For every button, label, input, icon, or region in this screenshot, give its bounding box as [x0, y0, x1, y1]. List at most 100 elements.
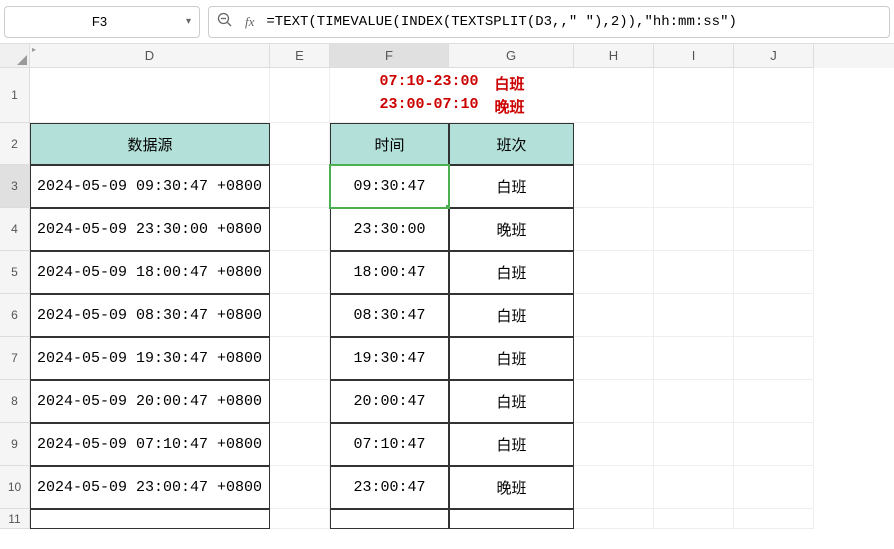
cell-H1[interactable]: [574, 68, 654, 123]
cell-G10[interactable]: 晚班: [449, 466, 574, 509]
cell-H6[interactable]: [574, 294, 654, 337]
cell-H3[interactable]: [574, 165, 654, 208]
formula-input[interactable]: =TEXT(TIMEVALUE(INDEX(TEXTSPLIT(D3,," ")…: [266, 14, 881, 30]
legend-block[interactable]: 07:10-23:00 白班 23:00-07:10 晚班: [330, 68, 574, 123]
cell-J2[interactable]: [734, 123, 814, 165]
cell-I3[interactable]: [654, 165, 734, 208]
formula-bar[interactable]: fx =TEXT(TIMEVALUE(INDEX(TEXTSPLIT(D3,,"…: [208, 6, 890, 38]
cell-H9[interactable]: [574, 423, 654, 466]
col-header-I[interactable]: I: [654, 44, 734, 68]
select-all-corner[interactable]: [0, 44, 30, 68]
cell-E7[interactable]: [270, 337, 330, 380]
cell-F11[interactable]: [330, 509, 449, 529]
row-header-6[interactable]: 6: [0, 294, 30, 337]
cell-J1[interactable]: [734, 68, 814, 123]
cell-E6[interactable]: [270, 294, 330, 337]
cell-J10[interactable]: [734, 466, 814, 509]
cell-F3[interactable]: 09:30:47: [330, 165, 449, 208]
cell-F4[interactable]: 23:30:00: [330, 208, 449, 251]
cell-J8[interactable]: [734, 380, 814, 423]
cell-D1[interactable]: [30, 68, 270, 123]
row-header-4[interactable]: 4: [0, 208, 30, 251]
cell-D6[interactable]: 2024-05-09 08:30:47 +0800: [30, 294, 270, 337]
cell-I9[interactable]: [654, 423, 734, 466]
cell-G11[interactable]: [449, 509, 574, 529]
cell-J7[interactable]: [734, 337, 814, 380]
col-header-E[interactable]: E: [270, 44, 330, 68]
cell-D7[interactable]: 2024-05-09 19:30:47 +0800: [30, 337, 270, 380]
cell-H7[interactable]: [574, 337, 654, 380]
cell-I1[interactable]: [654, 68, 734, 123]
cell-E2[interactable]: [270, 123, 330, 165]
cell-J6[interactable]: [734, 294, 814, 337]
cell-J9[interactable]: [734, 423, 814, 466]
cell-J11[interactable]: [734, 509, 814, 529]
cell-D11[interactable]: [30, 509, 270, 529]
cell-E11[interactable]: [270, 509, 330, 529]
row-header-9[interactable]: 9: [0, 423, 30, 466]
zoom-out-icon[interactable]: [217, 12, 233, 31]
header-source[interactable]: 数据源: [30, 123, 270, 165]
cell-H8[interactable]: [574, 380, 654, 423]
cell-E8[interactable]: [270, 380, 330, 423]
cell-G7[interactable]: 白班: [449, 337, 574, 380]
cell-G8[interactable]: 白班: [449, 380, 574, 423]
cell-I10[interactable]: [654, 466, 734, 509]
name-box[interactable]: F3 ▾: [4, 6, 200, 38]
cell-D8[interactable]: 2024-05-09 20:00:47 +0800: [30, 380, 270, 423]
cell-J3[interactable]: [734, 165, 814, 208]
cell-I7[interactable]: [654, 337, 734, 380]
cell-E5[interactable]: [270, 251, 330, 294]
header-time[interactable]: 时间: [330, 123, 449, 165]
cell-I11[interactable]: [654, 509, 734, 529]
cell-D9[interactable]: 2024-05-09 07:10:47 +0800: [30, 423, 270, 466]
cell-E9[interactable]: [270, 423, 330, 466]
cell-F7[interactable]: 19:30:47: [330, 337, 449, 380]
cell-H4[interactable]: [574, 208, 654, 251]
cell-E1[interactable]: [270, 68, 330, 123]
cell-E3[interactable]: [270, 165, 330, 208]
cell-I2[interactable]: [654, 123, 734, 165]
row-header-8[interactable]: 8: [0, 380, 30, 423]
col-header-D[interactable]: D: [30, 44, 270, 68]
cell-F8[interactable]: 20:00:47: [330, 380, 449, 423]
cell-H5[interactable]: [574, 251, 654, 294]
cell-F5[interactable]: 18:00:47: [330, 251, 449, 294]
row-header-11[interactable]: 11: [0, 509, 30, 529]
cell-D4[interactable]: 2024-05-09 23:30:00 +0800: [30, 208, 270, 251]
cell-F10[interactable]: 23:00:47: [330, 466, 449, 509]
cell-H11[interactable]: [574, 509, 654, 529]
row-header-10[interactable]: 10: [0, 466, 30, 509]
cell-I6[interactable]: [654, 294, 734, 337]
cell-D3[interactable]: 2024-05-09 09:30:47 +0800: [30, 165, 270, 208]
cell-G3[interactable]: 白班: [449, 165, 574, 208]
cell-H10[interactable]: [574, 466, 654, 509]
cell-E10[interactable]: [270, 466, 330, 509]
row-header-2[interactable]: 2: [0, 123, 30, 165]
cell-G9[interactable]: 白班: [449, 423, 574, 466]
col-header-H[interactable]: H: [574, 44, 654, 68]
cell-D5[interactable]: 2024-05-09 18:00:47 +0800: [30, 251, 270, 294]
chevron-down-icon[interactable]: ▾: [186, 16, 191, 27]
cell-G5[interactable]: 白班: [449, 251, 574, 294]
fx-icon[interactable]: fx: [245, 14, 254, 30]
cell-I8[interactable]: [654, 380, 734, 423]
cell-F6[interactable]: 08:30:47: [330, 294, 449, 337]
row-header-5[interactable]: 5: [0, 251, 30, 294]
row-header-1[interactable]: 1: [0, 68, 30, 123]
row-header-7[interactable]: 7: [0, 337, 30, 380]
col-header-F[interactable]: F: [330, 44, 449, 68]
cell-G6[interactable]: 白班: [449, 294, 574, 337]
col-header-J[interactable]: J: [734, 44, 814, 68]
cell-G4[interactable]: 晚班: [449, 208, 574, 251]
cell-F9[interactable]: 07:10:47: [330, 423, 449, 466]
header-shift[interactable]: 班次: [449, 123, 574, 165]
row-header-3[interactable]: 3: [0, 165, 30, 208]
col-header-G[interactable]: G: [449, 44, 574, 68]
cell-H2[interactable]: [574, 123, 654, 165]
cell-D10[interactable]: 2024-05-09 23:00:47 +0800: [30, 466, 270, 509]
cell-J5[interactable]: [734, 251, 814, 294]
cell-I4[interactable]: [654, 208, 734, 251]
cell-I5[interactable]: [654, 251, 734, 294]
cell-E4[interactable]: [270, 208, 330, 251]
